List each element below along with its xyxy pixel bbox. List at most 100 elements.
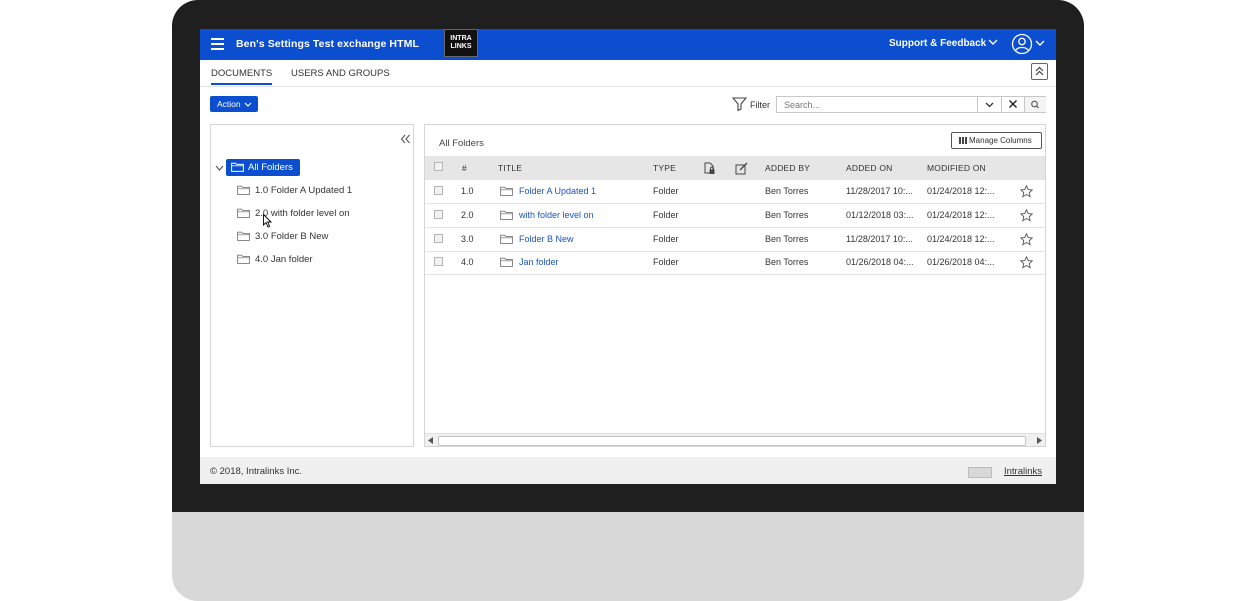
horizontal-scrollbar[interactable] (425, 433, 1045, 446)
column-header-title[interactable]: TITLE (498, 163, 522, 173)
row-checkbox[interactable] (434, 186, 443, 195)
select-all-checkbox[interactable] (434, 162, 443, 171)
folder-icon (500, 210, 513, 220)
column-header-modified-on[interactable]: MODIFIED ON (927, 163, 986, 173)
scrollbar-thumb[interactable] (438, 436, 1026, 446)
tree-item-folder[interactable]: 1.0 Folder A Updated 1 (237, 185, 352, 196)
cell-type: Folder (653, 210, 679, 220)
folder-icon (500, 186, 513, 196)
chevron-down-icon[interactable] (988, 38, 998, 46)
monitor-stand (172, 512, 1084, 601)
cell-added-by: Ben Torres (765, 257, 809, 267)
intralinks-link[interactable]: Intralinks (1004, 466, 1042, 477)
cell-number: 1.0 (461, 186, 474, 196)
row-checkbox[interactable] (434, 257, 443, 266)
tree-item-all-folders[interactable]: All Folders (226, 159, 300, 176)
columns-icon (959, 137, 967, 144)
tree-item-folder[interactable]: 3.0 Folder B New (237, 231, 328, 242)
filter-label[interactable]: Filter (750, 100, 770, 110)
cell-title-link[interactable]: Jan folder (519, 257, 559, 267)
double-chevron-left-icon[interactable] (400, 134, 411, 144)
cell-modified-on: 01/24/2018 12:... (927, 234, 995, 244)
table-row[interactable]: 2.0 with folder level on Folder Ben Torr… (425, 204, 1045, 228)
cell-title-link[interactable]: Folder B New (519, 234, 574, 244)
star-icon[interactable] (1020, 185, 1033, 198)
search-submit-button[interactable] (1024, 97, 1046, 112)
table-header: # TITLE TYPE ADDED BY ADDED ON MODIFIED … (425, 156, 1045, 180)
cell-added-on: 11/28/2017 10:... (846, 186, 913, 196)
logo-line-1: INTRA (450, 35, 472, 42)
collapse-header-button[interactable] (1031, 63, 1048, 80)
tree-item-folder[interactable]: 2.0 with folder level on (237, 208, 350, 219)
search-box (776, 96, 1046, 113)
cell-modified-on: 01/26/2018 04:... (927, 257, 995, 267)
cell-type: Folder (653, 257, 679, 267)
cell-added-by: Ben Torres (765, 186, 809, 196)
folder-icon (237, 208, 250, 218)
column-header-number[interactable]: # (462, 163, 467, 173)
manage-columns-button[interactable]: Manage Columns (951, 132, 1042, 149)
cell-title-link[interactable]: Folder A Updated 1 (519, 186, 596, 196)
lock-document-icon[interactable] (704, 162, 716, 175)
table-row[interactable]: 3.0 Folder B New Folder Ben Torres 11/28… (425, 228, 1045, 252)
folder-icon (237, 231, 250, 241)
tree-item-folder[interactable]: 4.0 Jan folder (237, 254, 313, 265)
footer: © 2018, Intralinks Inc. Intralinks (200, 457, 1056, 484)
intralinks-logo: INTRA LINKS (444, 29, 478, 57)
column-header-type[interactable]: TYPE (653, 163, 676, 173)
scroll-right-icon[interactable] (1037, 437, 1042, 444)
edit-note-icon[interactable] (735, 162, 748, 175)
table-row[interactable]: 1.0 Folder A Updated 1 Folder Ben Torres… (425, 180, 1045, 204)
action-button-label: Action (217, 99, 241, 109)
cell-type: Folder (653, 186, 679, 196)
chevron-down-icon[interactable] (215, 165, 224, 171)
folder-icon (237, 185, 250, 195)
chevron-down-icon (985, 102, 994, 108)
star-icon[interactable] (1020, 209, 1033, 222)
menu-icon[interactable] (211, 38, 224, 50)
double-chevron-up-icon (1035, 66, 1044, 76)
star-icon[interactable] (1020, 233, 1033, 246)
tab-documents[interactable]: DOCUMENTS (211, 68, 273, 85)
action-button[interactable]: Action (210, 96, 258, 112)
folder-tree-panel: All Folders 1.0 Folder A Updated 1 2.0 w… (210, 124, 414, 447)
chevron-down-icon (244, 102, 252, 107)
folder-icon (500, 234, 513, 244)
tab-users-and-groups[interactable]: USERS AND GROUPS (291, 68, 390, 79)
folder-icon (237, 254, 250, 264)
search-clear-button[interactable] (1001, 97, 1024, 112)
close-icon (1009, 100, 1017, 108)
column-header-added-on[interactable]: ADDED ON (846, 163, 892, 173)
cell-modified-on: 01/24/2018 12:... (927, 186, 995, 196)
footer-logo-icon (968, 467, 992, 478)
top-bar: Ben's Settings Test exchange HTML INTRA … (200, 29, 1056, 60)
cell-number: 3.0 (461, 234, 474, 244)
cell-added-on: 01/26/2018 04:... (846, 257, 914, 267)
cell-added-by: Ben Torres (765, 210, 809, 220)
folder-icon (231, 162, 244, 172)
support-feedback-menu[interactable]: Support & Feedback (889, 38, 986, 49)
user-avatar-icon[interactable] (1011, 33, 1033, 55)
logo-line-2: LINKS (450, 43, 472, 50)
scroll-left-icon[interactable] (428, 437, 433, 444)
folder-icon (500, 257, 513, 267)
copyright-text: © 2018, Intralinks Inc. (210, 466, 303, 477)
manage-columns-label: Manage Columns (969, 136, 1032, 145)
search-icon (1031, 100, 1039, 109)
column-header-added-by[interactable]: ADDED BY (765, 163, 810, 173)
row-checkbox[interactable] (434, 234, 443, 243)
search-input[interactable] (777, 97, 991, 112)
app-title: Ben's Settings Test exchange HTML (236, 38, 419, 50)
cell-added-on: 11/28/2017 10:... (846, 234, 913, 244)
chevron-down-icon[interactable] (1035, 39, 1045, 47)
tree-item-label: 3.0 Folder B New (255, 231, 329, 242)
cell-title-link[interactable]: with folder level on (519, 210, 594, 220)
search-dropdown-button[interactable] (977, 97, 1001, 112)
cell-added-on: 01/12/2018 03:... (846, 210, 914, 220)
table-row[interactable]: 4.0 Jan folder Folder Ben Torres 01/26/2… (425, 251, 1045, 275)
cell-number: 4.0 (461, 257, 474, 267)
documents-grid-panel: All Folders Manage Columns # TITLE TYPE (424, 124, 1046, 447)
star-icon[interactable] (1020, 256, 1033, 269)
filter-icon[interactable] (732, 97, 747, 111)
row-checkbox[interactable] (434, 210, 443, 219)
